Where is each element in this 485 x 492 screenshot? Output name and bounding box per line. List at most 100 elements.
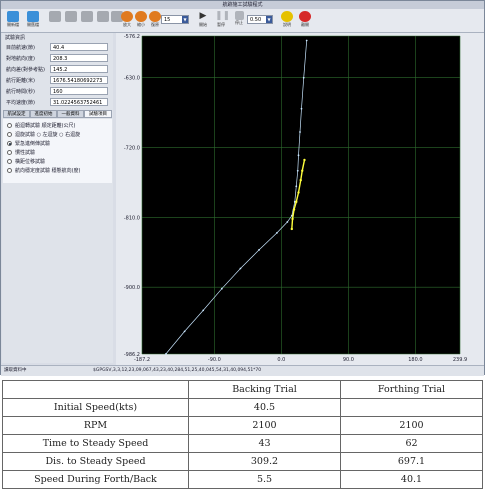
track-point (239, 267, 242, 270)
track-point (286, 221, 289, 223)
track-point (183, 330, 186, 333)
radio-checked-icon (7, 141, 12, 146)
tab-progress-init[interactable]: 進度初始 (30, 110, 57, 118)
backing-value: 309.2 (188, 452, 341, 471)
status-text: 讀取資料中 (4, 368, 27, 373)
active-track-point (301, 169, 304, 173)
window-title: 航跡施工試驗程式 (1, 1, 484, 9)
toolbar: 開新檔 開舊檔 放大 縮小 復原 15 ▼ ▶ 開始 ❚❚ 暫停 停止 0.50 ▼ 說… (1, 9, 484, 33)
table-header-row: Backing Trial Forthing Trial (2, 380, 483, 399)
table-header-cell: Backing Trial (188, 380, 341, 399)
open-file-button[interactable]: 開舊檔 (23, 10, 43, 30)
play-button[interactable]: ▶ 開始 (193, 10, 213, 30)
exit-button[interactable]: 離開 (295, 10, 315, 30)
info-row: 平均速度(節) 31.0224563752461 (2, 97, 113, 108)
test-item-radio[interactable]: 迴旋試驗 ○ 左迴旋 ○ 右迴旋 (3, 130, 112, 139)
radio-icon (7, 159, 12, 164)
stop-playback-button[interactable]: 停止 (229, 10, 249, 30)
row-label: Time to Steady Speed (2, 434, 189, 453)
new-file-icon (7, 11, 19, 22)
radio-icon (7, 132, 12, 137)
track-point (302, 76, 305, 79)
info-row: 對地航向(度) 208.3 (2, 53, 113, 64)
forthing-value: 62 (340, 434, 483, 453)
track-point (202, 309, 205, 312)
info-value: 40.4 (50, 43, 108, 51)
track-plot[interactable]: -187.2 -90.0 0.0 90.0 180.0 239.9-576.2-630.0… (116, 33, 484, 365)
table-row: RPM 2100 2100 (2, 416, 483, 435)
track-point (295, 185, 298, 188)
speed-select[interactable]: 0.50 ▼ (247, 15, 273, 24)
active-track-point (303, 158, 306, 162)
active-track-point (292, 208, 296, 211)
test-item-radio[interactable]: 航向穩定度試驗 穩態航向(度) (3, 166, 112, 175)
forthing-value: 697.1 (340, 452, 483, 471)
track-point (300, 107, 303, 110)
info-value: 208.3 (50, 54, 108, 62)
plot-area (142, 36, 460, 354)
help-button[interactable]: 說明 (277, 10, 297, 30)
info-value: 1676.54180692273 (50, 76, 108, 84)
info-value: 31.0224563752461 (50, 98, 108, 106)
new-file-button[interactable]: 開新檔 (3, 10, 23, 30)
tab-test-settings[interactable]: 航試設定 (3, 110, 30, 118)
table-row: Time to Steady Speed 43 62 (2, 434, 483, 453)
test-item-radio[interactable]: 橫距位移試驗 (3, 157, 112, 166)
active-track-point (295, 200, 298, 204)
active-track-point (297, 191, 300, 194)
test-item-radio[interactable]: 慣性試驗 (3, 148, 112, 157)
x-tick-label: 0.0 (277, 357, 285, 363)
track-point (297, 154, 300, 157)
zoom-select[interactable]: 15 ▼ (161, 15, 189, 24)
tab-test-items[interactable]: 試驗項目 (84, 110, 112, 118)
active-track-point (299, 178, 302, 182)
table-row: Dis. to Steady Speed 309.2 697.1 (2, 452, 483, 471)
app-window: 航跡施工試驗程式 開新檔 開舊檔 放大 縮小 復原 15 ▼ ▶ 開始 ❚❚ 暫停 停… (0, 0, 485, 376)
delete-icon (65, 11, 77, 22)
y-tick-label: -810.0 (124, 215, 140, 221)
track-point (305, 39, 308, 42)
forthing-value: 40.1 (340, 470, 483, 489)
info-row: 航行時間(秒) 160 (2, 86, 113, 97)
info-row: 目前航速(節) 40.4 (2, 42, 113, 53)
tab-general-data[interactable]: 一般資料 (57, 110, 84, 118)
results-table: Backing Trial Forthing Trial Initial Spe… (2, 380, 483, 489)
stop-icon (81, 11, 93, 22)
x-tick-label: -90.0 (208, 357, 221, 363)
chevron-down-icon: ▼ (182, 16, 188, 23)
pause-icon: ❚❚ (215, 11, 231, 21)
backing-value: 43 (188, 434, 341, 453)
row-label: Dis. to Steady Speed (2, 452, 189, 471)
y-tick-label: -720.0 (124, 146, 140, 152)
test-item-radio[interactable]: 船迴轉試驗 順定距離(公尺) (3, 121, 112, 130)
table-header-cell (2, 380, 189, 399)
help-icon (281, 11, 293, 22)
side-panel: 試驗資訊 目前航速(節) 40.4 對地航向(度) 208.3 航向差(對參考點) 1… (2, 33, 113, 363)
status-bar: 讀取資料中 $GPGSV,3,3,12,23,09,067,43,23,40,2… (1, 365, 484, 376)
backing-value: 5.5 (188, 470, 341, 489)
test-item-radio[interactable]: 緊急進倒俥試驗 (3, 139, 112, 148)
info-panel-title: 試驗資訊 (5, 35, 26, 41)
info-value: 160 (50, 87, 108, 95)
play-icon: ▶ (199, 11, 207, 21)
pause-button[interactable]: ❚❚ 暫停 (211, 10, 231, 30)
x-tick-label: 90.0 (343, 357, 354, 363)
y-tick-label: -576.2 (124, 34, 140, 40)
track-point (165, 352, 167, 355)
track-point (299, 131, 301, 133)
y-tick-label: -900.0 (124, 285, 140, 291)
track-point (296, 169, 299, 172)
backing-value: 2100 (188, 416, 341, 435)
info-value: 145.2 (50, 65, 108, 73)
info-row: 航向差(對參考點) 145.2 (2, 64, 113, 75)
y-tick-label: -986.2 (124, 352, 140, 358)
row-label: Initial Speed(kts) (2, 398, 189, 417)
exit-icon (299, 11, 311, 22)
row-label: Speed During Forth/Back (2, 470, 189, 489)
active-track-point (290, 227, 294, 231)
test-items-panel: 船迴轉試驗 順定距離(公尺) 迴旋試驗 ○ 左迴旋 ○ 右迴旋 緊急進倒俥試驗 … (3, 119, 112, 183)
radio-icon (7, 123, 12, 128)
radio-icon (7, 168, 12, 173)
table-header-cell: Forthing Trial (340, 380, 483, 399)
info-row: 航行距離(米) 1676.54180692273 (2, 75, 113, 86)
